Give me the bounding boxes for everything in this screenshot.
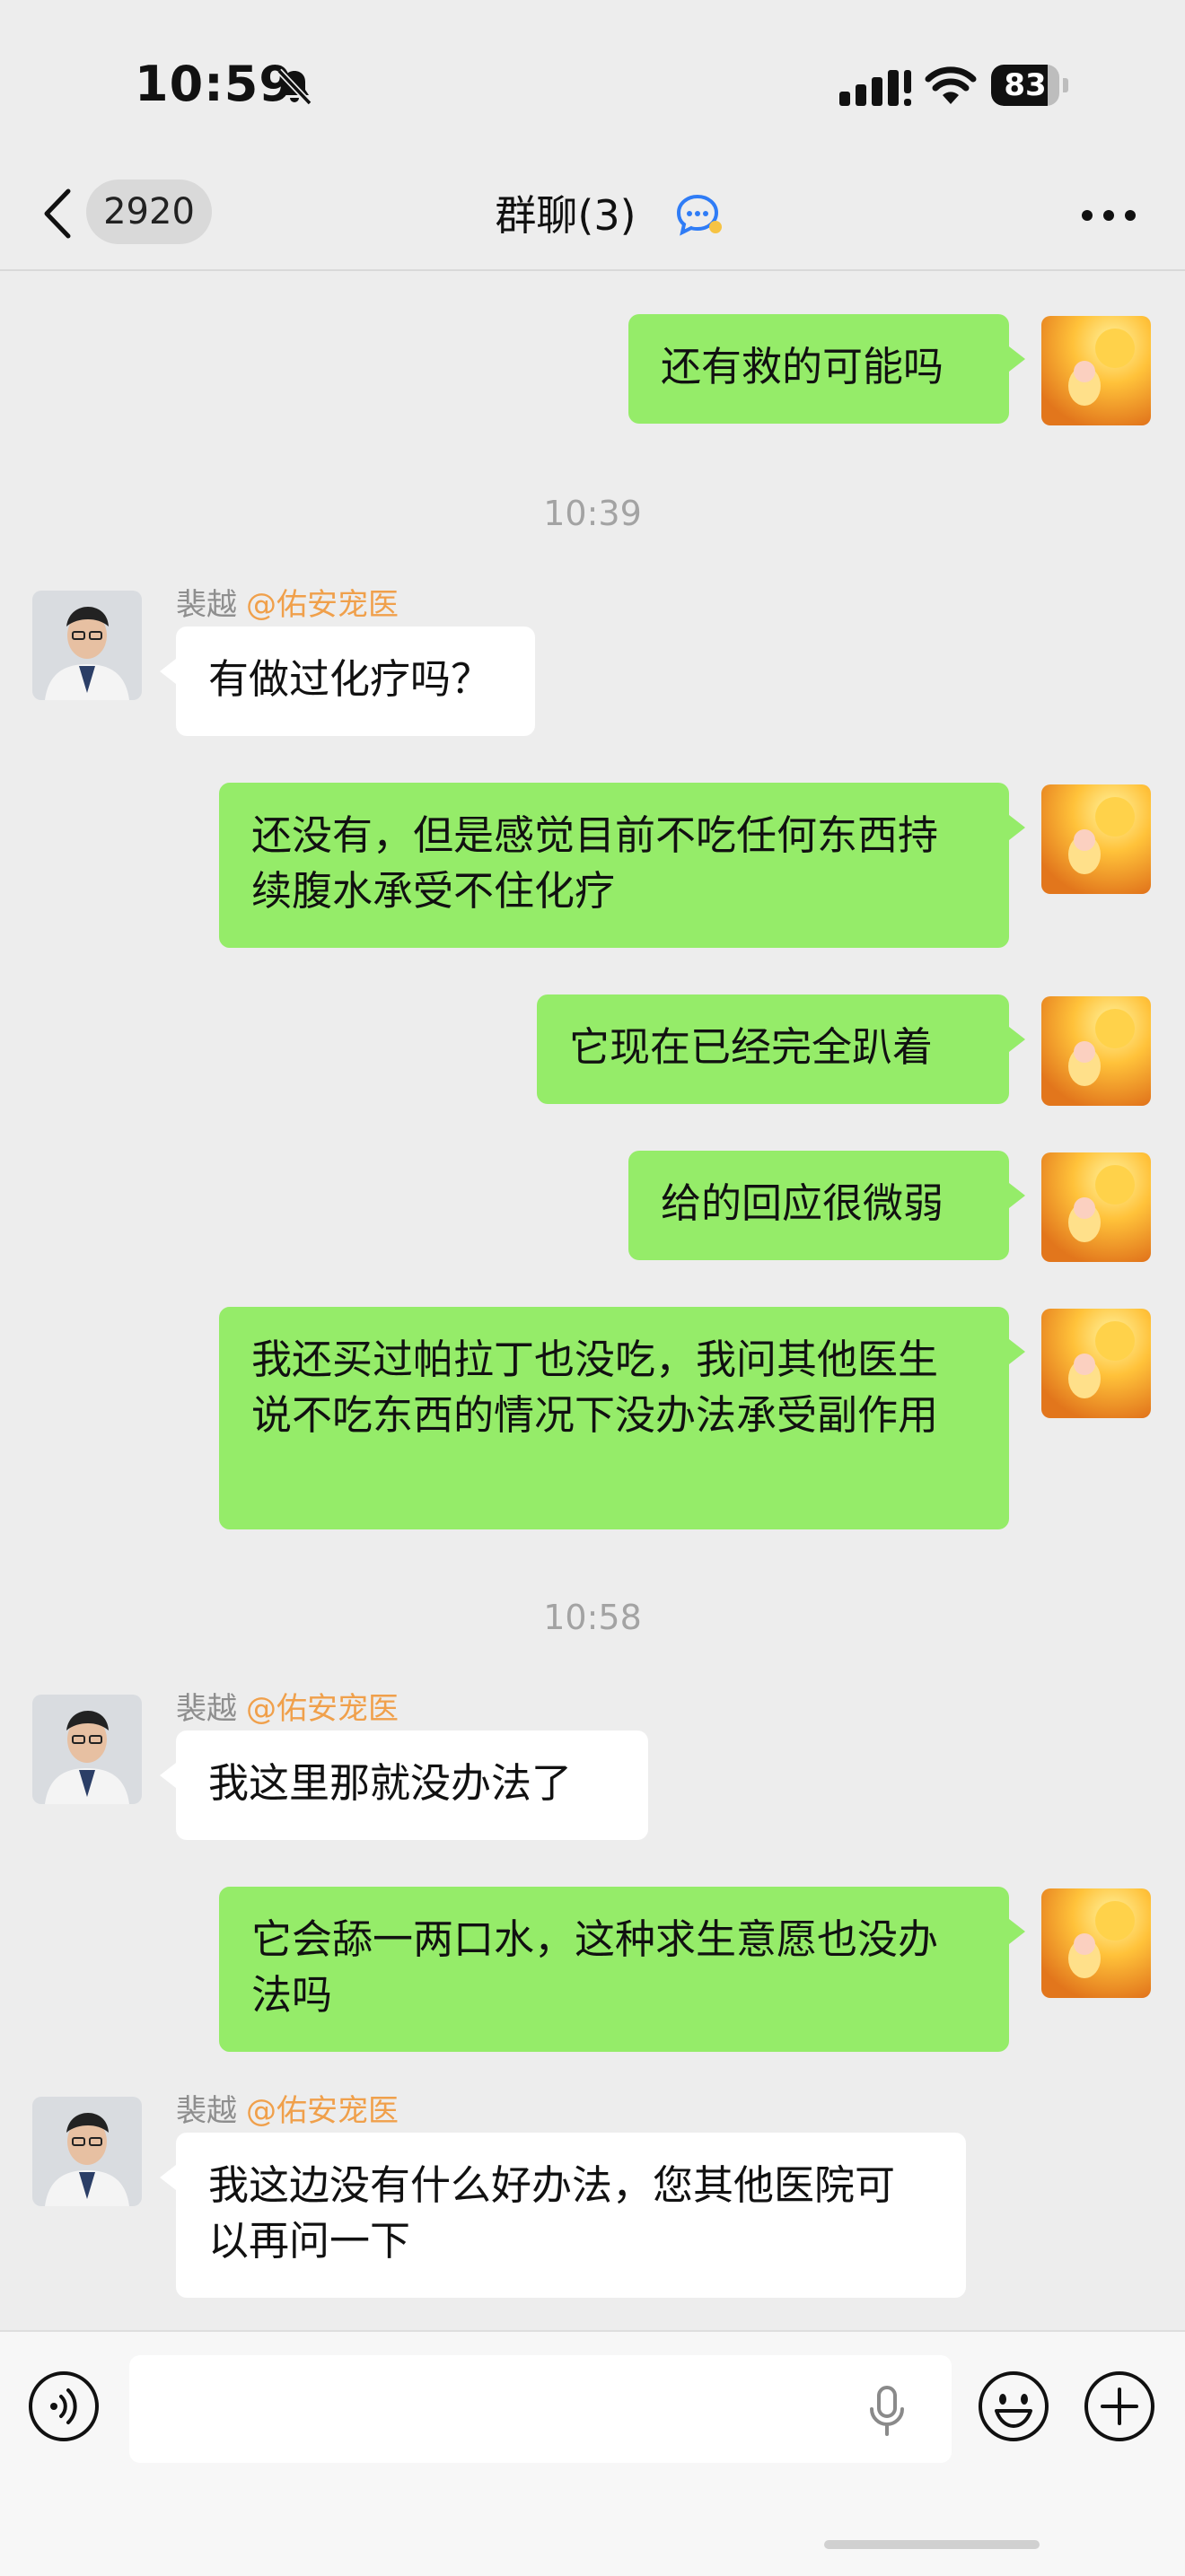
sender-avatar[interactable] (32, 2097, 142, 2206)
status-bar: 10:59 83 (0, 0, 1185, 162)
voice-icon[interactable] (27, 2370, 101, 2443)
sender-name: 裴越 (176, 587, 237, 623)
wifi-icon (925, 66, 977, 104)
sender-avatar[interactable] (32, 591, 142, 700)
my-avatar[interactable] (1041, 316, 1151, 425)
sender-org-tag: @佑安宠医 (246, 587, 399, 623)
sender-name: 裴越 (176, 2093, 237, 2129)
message-bubble-sent[interactable]: 还没有，但是感觉目前不吃任何东西持续腹水承受不住化疗 (219, 783, 1025, 948)
emoji-icon[interactable] (977, 2370, 1050, 2443)
status-time: 10:59 (135, 56, 294, 112)
nav-bar: 2920 群聊(3) (0, 162, 1185, 271)
sender-line: 裴越 @佑安宠医 (176, 1684, 399, 1728)
input-bar (0, 2330, 1185, 2576)
my-avatar[interactable] (1041, 784, 1151, 894)
sender-avatar[interactable] (32, 1695, 142, 1804)
bell-slash-icon (276, 68, 312, 106)
more-dots-icon[interactable] (1075, 197, 1142, 233)
sender-line: 裴越 @佑安宠医 (176, 580, 399, 624)
message-bubble-received[interactable]: 我这边没有什么好办法，您其他医院可以再问一下 (160, 2133, 966, 2298)
timestamp: 10:58 (543, 1598, 642, 1637)
message-bubble-sent[interactable]: 我还买过帕拉丁也没吃，我问其他医生说不吃东西的情况下没办法承受副作用 (219, 1307, 1025, 1529)
message-bubble-received[interactable]: 有做过化疗吗？ (160, 626, 535, 736)
my-avatar[interactable] (1041, 1309, 1151, 1418)
message-bubble-received[interactable]: 我这里那就没办法了 (160, 1730, 648, 1840)
battery-percentage: 83 (1004, 67, 1047, 103)
my-avatar[interactable] (1041, 1152, 1151, 1262)
chat-title: 群聊(3) (495, 191, 636, 240)
group-chat-icon[interactable] (675, 191, 725, 238)
message-bubble-sent[interactable]: 它现在已经完全趴着 (537, 994, 1025, 1104)
battery-icon: 83 (991, 65, 1068, 108)
cellular-signal-icon (839, 70, 911, 106)
my-avatar[interactable] (1041, 996, 1151, 1106)
message-bubble-sent[interactable]: 给的回应很微弱 (628, 1151, 1025, 1260)
sender-line: 裴越 @佑安宠医 (176, 2086, 399, 2130)
sender-name: 裴越 (176, 1691, 237, 1727)
message-bubble-sent[interactable]: 它会舔一两口水，这种求生意愿也没办法吗 (219, 1887, 1025, 2052)
home-indicator (824, 2540, 1040, 2549)
plus-icon[interactable] (1083, 2370, 1156, 2443)
back-unread-count[interactable]: 2920 (86, 180, 212, 244)
my-avatar[interactable] (1041, 1888, 1151, 1998)
sender-org-tag: @佑安宠医 (246, 1691, 399, 1727)
sender-org-tag: @佑安宠医 (246, 2093, 399, 2129)
chevron-left-icon[interactable] (40, 186, 75, 241)
message-input[interactable] (129, 2355, 952, 2463)
timestamp: 10:39 (543, 494, 642, 533)
chat-area[interactable]: 还有救的可能吗 10:39 裴越 @佑安宠医 有做过化疗吗？ 还没有，但是感觉目前… (0, 271, 1185, 2330)
message-bubble-sent[interactable]: 还有救的可能吗 (628, 314, 1025, 424)
microphone-icon[interactable] (867, 2384, 907, 2438)
